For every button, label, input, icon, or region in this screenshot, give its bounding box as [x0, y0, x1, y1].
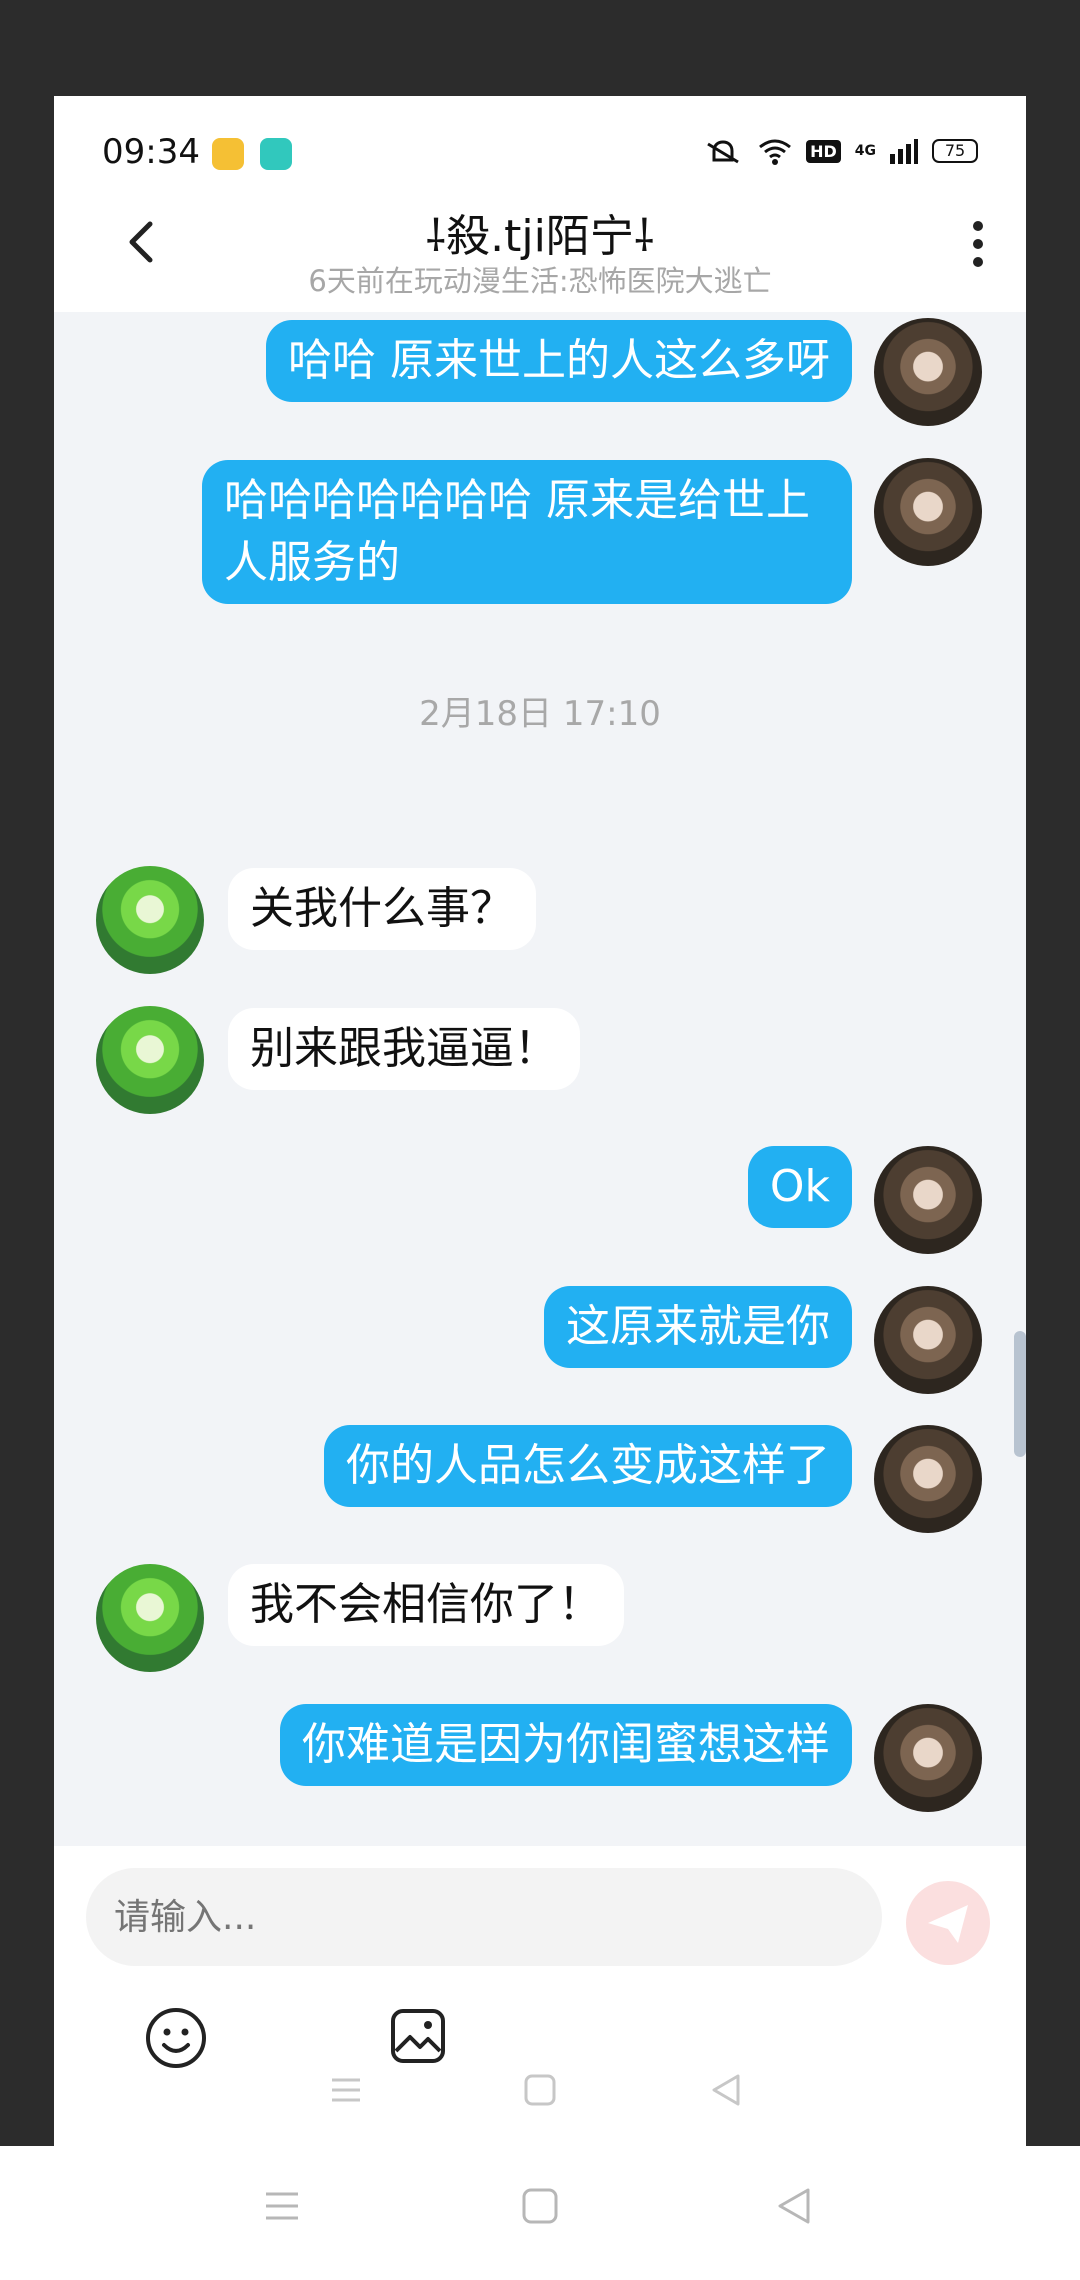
notification-app-icon — [212, 138, 244, 170]
message-bubble-outgoing[interactable]: 你难道是因为你闺蜜想这样 — [280, 1704, 852, 1786]
mute-vibrate-icon — [707, 140, 739, 164]
network-type: 4G — [854, 143, 876, 159]
wifi-icon — [759, 139, 792, 165]
scrollbar[interactable] — [1014, 1331, 1026, 1457]
input-bar — [54, 1846, 1026, 2146]
emoji-icon[interactable] — [144, 2006, 208, 2070]
avatar-contact[interactable] — [96, 1006, 204, 1114]
system-navigation-bar — [0, 2146, 1080, 2280]
status-bar: 09:34 HD 4G 75 — [54, 96, 1026, 192]
message-bubble-incoming[interactable]: 别来跟我逼逼！ — [228, 1008, 580, 1090]
chat-header: ⸸殺.tji陌宁⸸ 6天前在玩动漫生活:恐怖医院大逃亡 — [54, 192, 1026, 312]
back-nav-icon[interactable] — [770, 2182, 818, 2230]
menu-icon[interactable] — [324, 2068, 368, 2112]
message-bubble-incoming[interactable]: 我不会相信你了！ — [228, 1564, 624, 1646]
message-bubble-outgoing[interactable]: 你的人品怎么变成这样了 — [324, 1425, 852, 1507]
home-icon[interactable] — [516, 2182, 564, 2230]
avatar-contact[interactable] — [96, 1564, 204, 1672]
battery-indicator: 75 — [932, 139, 978, 163]
message-list[interactable]: 哈哈 原来世上的人这么多呀 哈哈哈哈哈哈哈 原来是给世上人服务的 2月18日 1… — [54, 312, 1026, 1846]
message-bubble-outgoing[interactable]: 这原来就是你 — [544, 1286, 852, 1368]
status-icons: HD 4G 75 — [702, 136, 978, 166]
menu-icon[interactable] — [258, 2182, 306, 2230]
avatar-self[interactable] — [874, 1286, 982, 1394]
contact-status: 6天前在玩动漫生活:恐怖医院大逃亡 — [308, 264, 772, 298]
avatar-self[interactable] — [874, 1704, 982, 1812]
status-time: 09:34 — [102, 132, 200, 172]
message-timestamp: 2月18日 17:10 — [419, 694, 661, 734]
avatar-self[interactable] — [874, 458, 982, 566]
avatar-self[interactable] — [874, 1425, 982, 1533]
message-bubble-outgoing[interactable]: 哈哈哈哈哈哈哈 原来是给世上人服务的 — [202, 460, 852, 604]
back-nav-icon[interactable] — [704, 2068, 748, 2112]
phone-screen: 09:34 HD 4G 75 ⸸殺.tji陌宁⸸ 6天前在玩动漫生活:恐怖医院大… — [54, 96, 1026, 2146]
home-icon[interactable] — [518, 2068, 562, 2112]
hd-badge: HD — [806, 139, 841, 163]
send-button[interactable] — [906, 1881, 990, 1965]
more-icon[interactable] — [968, 214, 988, 274]
send-icon — [928, 1905, 968, 1943]
message-bubble-outgoing[interactable]: 哈哈 原来世上的人这么多呀 — [266, 320, 852, 402]
signal-icon — [890, 139, 918, 164]
message-bubble-outgoing[interactable]: Ok — [747, 1146, 852, 1228]
message-input[interactable] — [86, 1868, 882, 1966]
inner-navigation-bar — [54, 2068, 1026, 2146]
contact-name: ⸸殺.tji陌宁⸸ — [425, 211, 655, 262]
avatar-self[interactable] — [874, 318, 982, 426]
avatar-self[interactable] — [874, 1146, 982, 1254]
message-bubble-incoming[interactable]: 关我什么事？ — [228, 868, 536, 950]
avatar-contact[interactable] — [96, 866, 204, 974]
notification-app-icon — [260, 138, 292, 170]
image-icon[interactable] — [388, 2006, 448, 2066]
